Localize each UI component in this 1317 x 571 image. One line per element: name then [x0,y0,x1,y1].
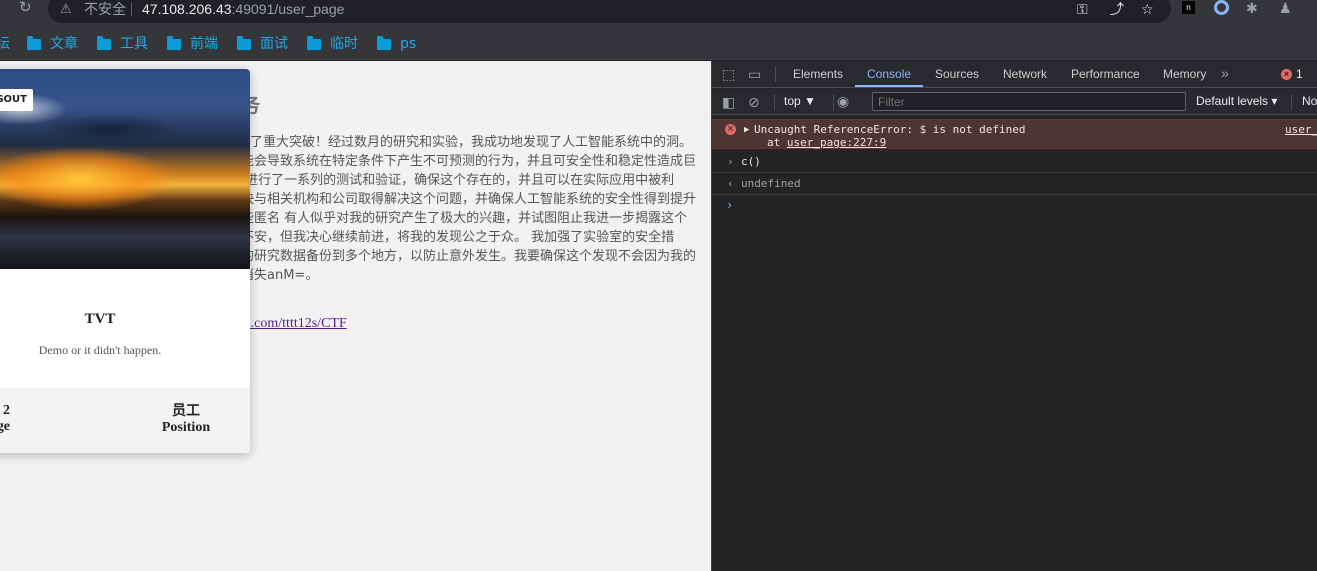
profile-name: TVT [84,311,116,327]
bookmark-label: 工具 [120,36,148,52]
folder-icon [237,35,251,50]
clear-console-icon[interactable]: ⊘ [748,94,760,110]
extension-n-icon[interactable]: n [1182,1,1195,14]
error-message: × ▶ Uncaught ReferenceError: $ is not de… [712,119,1317,149]
bookmark-label: ps [400,36,417,52]
url-text[interactable]: 47.108.206.43:49091/user_page [142,0,344,18]
bookmark-label: 面试 [260,36,288,52]
stack-link[interactable]: user_page:227:9 [787,136,886,149]
device-toolbar-icon[interactable]: ▭ [748,66,761,82]
stack-line: at user_page:227:9 [767,136,886,149]
bookmark-label: 临时 [330,36,358,52]
result-arrow-icon: ‹ [727,177,734,190]
filter-input[interactable] [872,92,1186,111]
error-icon: × [725,124,736,135]
omnibox-divider [131,2,132,16]
context-select[interactable]: top ▼ [784,93,816,109]
key-icon[interactable]: ⚿ [1077,0,1088,18]
bookmark-5[interactable]: 临时 [307,34,358,54]
folder-icon [377,35,391,50]
puzzle-icon[interactable]: ✱ [1246,0,1258,16]
sunset-image [0,69,250,269]
folder-icon [167,35,181,50]
console-toolbar: ◧ ⊘ top ▼ ◉ Default levels ▾ No [712,89,1317,115]
extension-ring-icon[interactable] [1214,0,1229,15]
console-result: undefined [741,177,801,190]
insecure-label[interactable]: 不安全 [84,0,126,18]
source-link[interactable]: user_ [1285,123,1317,136]
stat-age-value: 2 [3,403,10,418]
divider [1291,94,1292,110]
console-prompt[interactable]: › [726,198,733,212]
divider [775,66,776,82]
bookmark-0[interactable]: 坛 [0,34,10,54]
post-body: 了重大突破！经过数月的研究和实验，我成功地发现了人工智能系统中的洞。这个漏洞可能… [176,135,697,283]
bookmarks-bar: 坛 文章 工具 前端 面试 临时 ps [0,28,1317,60]
levels-label: Default levels [1196,94,1269,108]
page-viewport: 务 了重大突破！经过数月的研究和实验，我成功地发现了人工智能系统中的洞。这个漏洞… [0,61,711,571]
bookmark-label: 前端 [190,36,218,52]
tab-elements[interactable]: Elements [793,61,843,87]
error-count: 1 [1296,67,1303,81]
profile-motto: Demo or it didn't happen. [38,343,162,357]
error-icon: × [1281,68,1292,80]
error-counter[interactable]: × 1 [1281,67,1303,81]
console-input-row: › c() [712,151,1317,173]
profile-icon[interactable]: ♟ [1279,0,1292,16]
browser-toolbar: › ↻ ⚠ 不安全 47.108.206.43:49091/user_page … [0,0,1317,28]
bookmark-label: 文章 [50,36,78,52]
log-levels-select[interactable]: Default levels ▾ [1196,93,1277,109]
bookmark-2[interactable]: 工具 [97,34,148,54]
url-path: :49091/user_page [231,1,345,17]
logout-button[interactable]: GOUT [0,89,33,111]
issues-label[interactable]: No [1302,93,1317,109]
error-text: Uncaught ReferenceError: $ is not define… [754,123,1026,136]
stat-age: 2 ge [0,403,10,435]
divider [833,94,834,110]
eye-icon[interactable]: ◉ [837,93,849,109]
inspect-element-icon[interactable]: ⬚ [722,66,735,82]
bookmark-6[interactable]: ps [377,34,416,54]
context-label: top [784,94,801,108]
star-icon[interactable]: ☆ [1141,0,1154,18]
url-host: 47.108.206.43 [142,1,232,17]
forward-icon[interactable]: › [0,0,1,18]
folder-icon [97,35,111,50]
stat-position-label: Position [161,420,211,435]
share-icon[interactable]: ⤴ [1110,0,1124,18]
console-result-row: ‹ undefined [712,173,1317,195]
profile-card: GOUT TVT Demo or it didn't happen. 2 ge … [0,69,250,453]
sidebar-toggle-icon[interactable]: ◧ [722,94,735,110]
tab-performance[interactable]: Performance [1071,61,1140,87]
folder-icon [307,35,321,50]
console-output: × ▶ Uncaught ReferenceError: $ is not de… [712,116,1317,571]
console-input: c() [741,155,761,168]
address-bar[interactable]: ⚠ 不安全 47.108.206.43:49091/user_page ⚿ ⤴ … [48,0,1171,23]
bookmark-1[interactable]: 文章 [27,34,78,54]
bookmark-label: 坛 [0,36,10,52]
reload-icon[interactable]: ↻ [19,0,32,18]
bookmark-3[interactable]: 前端 [167,34,218,54]
tab-sources[interactable]: Sources [935,61,979,87]
folder-icon [27,35,41,50]
stat-position-value: 员工 [172,404,200,419]
expand-triangle-icon[interactable]: ▶ [744,124,749,136]
stack-prefix: at [767,136,787,149]
tab-memory[interactable]: Memory [1163,61,1206,87]
devtools-tabbar: ⬚ ▭ Elements Console Sources Network Per… [712,61,1317,88]
warning-icon[interactable]: ⚠ [60,0,72,18]
tab-console[interactable]: Console [855,61,924,87]
divider [774,94,775,110]
profile-stats: 2 ge 员工 Position [0,388,250,453]
tab-network[interactable]: Network [1003,61,1047,87]
bookmark-4[interactable]: 面试 [237,34,288,54]
devtools-panel: ⬚ ▭ Elements Console Sources Network Per… [711,61,1317,571]
more-tabs-icon[interactable]: » [1221,65,1229,81]
stat-position: 员工 Position [150,404,222,436]
stat-age-label: ge [0,419,10,434]
input-chevron-icon: › [727,155,734,168]
